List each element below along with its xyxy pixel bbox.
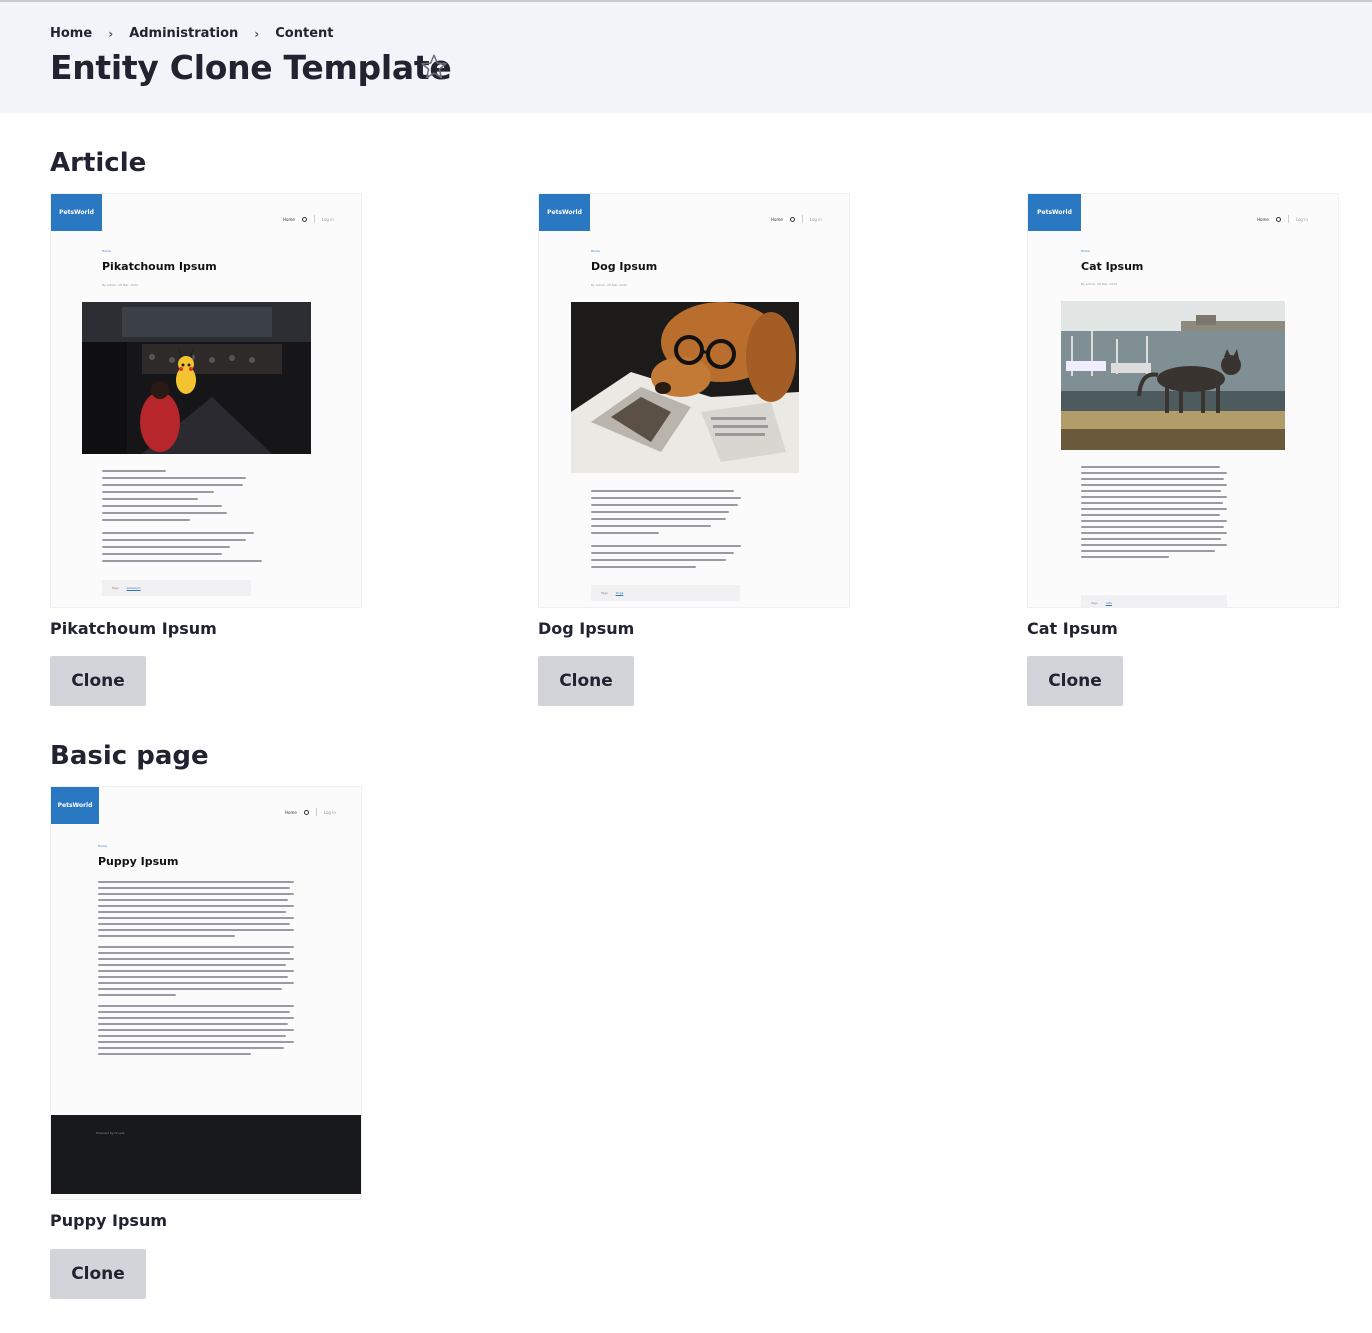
mini-nav-home: Home [283,216,295,222]
mini-tag: pokemon [126,586,141,590]
mini-tags-label: Tags [112,586,119,590]
mini-breadcrumb: Home [1081,249,1090,253]
mini-title: Dog Ipsum [591,260,658,273]
mini-title: Pikatchoum Ipsum [102,260,217,273]
mini-nav-login: Log in [321,216,334,222]
preview-thumbnail[interactable]: PetsWorld Home Log in Home Puppy Ipsum P… [50,786,362,1200]
mini-breadcrumb: Home [98,844,107,848]
divider [315,808,317,816]
mini-nav: Home Log in [1257,215,1308,223]
site-logo: PetsWorld [539,194,590,231]
mini-footer: Powered by Drupal [51,1115,361,1194]
clone-button[interactable]: Clone [1027,656,1123,706]
mini-meta: By admin, 28 Mar, 2022 [102,283,139,287]
site-logo: PetsWorld [51,194,102,231]
breadcrumb-content[interactable]: Content [275,26,333,41]
mini-meta: By admin, 28 Mar, 2022 [1081,282,1118,286]
mini-nav-login: Log in [1295,216,1308,222]
breadcrumb-administration[interactable]: Administration [129,26,238,41]
dog-with-glasses-reading-magazine [571,302,799,473]
site-logo: PetsWorld [51,787,99,824]
search-icon [789,216,795,222]
section-title-basic-page: Basic page [50,741,209,771]
mini-nav-home: Home [771,216,783,222]
site-logo: PetsWorld [1028,194,1081,231]
clone-button[interactable]: Clone [50,1249,146,1299]
card-label: Pikatchoum Ipsum [50,619,217,638]
preview-thumbnail[interactable]: PetsWorld Home Log in Home Cat Ipsum By … [1027,193,1339,608]
chevron-right-icon: › [108,26,114,41]
mini-body-text [591,490,741,573]
mini-body-text [1081,466,1227,562]
mini-tag: Dogs [615,591,624,595]
mini-meta: By admin, 28 Mar, 2022 [591,283,628,287]
divider [313,215,315,223]
mini-body-text [98,881,294,1059]
clone-button[interactable]: Clone [538,656,634,706]
mini-breadcrumb: Home [591,249,600,253]
page-title: Entity Clone Template [50,48,452,87]
mini-nav: Home Log in [283,215,334,223]
cat-walking-on-harbor-wall [1061,301,1285,450]
mini-nav: Home Log in [771,215,822,223]
pikachu-event-photo [82,302,311,454]
mini-title: Puppy Ipsum [98,855,179,868]
mini-breadcrumb: Home [102,249,111,253]
clone-button[interactable]: Clone [50,656,146,706]
breadcrumb-home[interactable]: Home [50,26,92,41]
card-label: Dog Ipsum [538,619,635,638]
preview-thumbnail[interactable]: PetsWorld Home Log in Home Pikatchoum Ip… [50,193,362,608]
mini-nav-home: Home [1257,216,1269,222]
search-icon [1275,216,1281,222]
mini-body-text [102,470,262,567]
card-label: Puppy Ipsum [50,1211,168,1230]
breadcrumb: Home › Administration › Content [50,26,334,41]
chevron-right-icon: › [254,26,260,41]
mini-tags-label: Tags [601,591,608,595]
mini-tags: Tags pokemon [102,580,251,596]
star-outline-icon[interactable] [419,52,449,82]
page-header: Home › Administration › Content Entity C… [0,0,1372,113]
section-title-article: Article [50,148,147,178]
mini-tags: Tags cats [1081,595,1227,607]
mini-title: Cat Ipsum [1081,260,1144,273]
mini-nav-login: Log in [809,216,822,222]
mini-tags: Tags Dogs [591,585,740,601]
mini-footer-text: Powered by Drupal [96,1131,125,1135]
search-icon [303,809,309,815]
mini-tags-label: Tags [1091,601,1098,605]
mini-nav-login: Log in [323,809,336,815]
mini-nav: Home Log in [285,808,336,816]
preview-thumbnail[interactable]: PetsWorld Home Log in Home Dog Ipsum By … [538,193,850,608]
card-label: Cat Ipsum [1027,619,1118,638]
divider [801,215,803,223]
mini-tag: cats [1105,601,1112,605]
mini-nav-home: Home [285,809,297,815]
search-icon [301,216,307,222]
divider [1287,215,1289,223]
